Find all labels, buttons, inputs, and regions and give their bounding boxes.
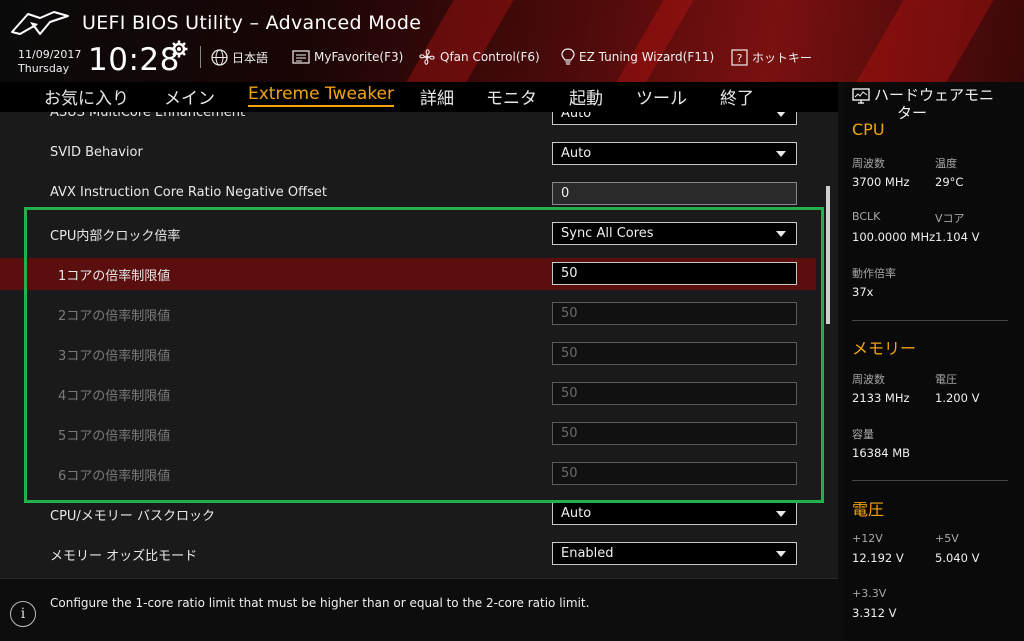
my-favorite-button[interactable]: MyFavorite(F3): [292, 47, 403, 67]
setting-row-memory-odd-ratio[interactable]: メモリー オッズ比モード Enabled: [0, 538, 816, 570]
voltage-section-title: 電圧: [852, 500, 885, 519]
v5-value: 5.040 V: [935, 551, 980, 565]
cpu-vcore-label: Vコア: [935, 212, 965, 225]
tab-exit[interactable]: 終了: [720, 84, 754, 109]
mem-freq-value: 2133 MHz: [852, 391, 910, 405]
hw-separator: [852, 480, 1008, 481]
cpu-section-title: CPU: [852, 120, 885, 139]
hardware-monitor-title: ハードウェアモニ ター: [852, 86, 1017, 122]
cpu-bclk-value: 100.0000 MHz: [852, 230, 936, 244]
highlight-annotation-box: [24, 207, 824, 503]
day-text: Thursday: [18, 62, 70, 75]
chevron-down-icon: [776, 151, 786, 157]
tab-favorites[interactable]: お気に入り: [44, 84, 129, 109]
tab-main[interactable]: メイン: [164, 84, 215, 109]
setting-row-avx-offset[interactable]: AVX Instruction Core Ratio Negative Offs…: [0, 178, 816, 210]
settings-scrollbar[interactable]: [826, 186, 830, 324]
clock-time: 10:28: [88, 42, 180, 78]
mem-volt-value: 1.200 V: [935, 391, 980, 405]
v33-value: 3.312 V: [852, 606, 897, 620]
globe-icon: [211, 48, 228, 66]
lightbulb-icon: [561, 48, 575, 65]
avx-offset-input[interactable]: 0: [552, 182, 797, 205]
setting-label: ASUS MultiCore Enhancement: [50, 112, 246, 120]
main-tab-bar: お気に入り メイン Extreme Tweaker 詳細 モニタ 起動 ツール …: [0, 82, 838, 112]
dropdown-value: Enabled: [561, 546, 614, 561]
cpu-ratio-value: 37x: [852, 285, 874, 299]
multicore-enhancement-dropdown[interactable]: Auto: [552, 112, 797, 125]
cpu-vcore-value: 1.104 V: [935, 230, 980, 244]
header-decor-stripe: [856, 0, 994, 82]
dropdown-value: Auto: [561, 112, 592, 121]
hw-title-line1: ハードウェアモニ: [874, 86, 995, 104]
chevron-down-icon: [776, 551, 786, 557]
chevron-down-icon: [776, 112, 786, 117]
tab-boot[interactable]: 起動: [569, 84, 603, 109]
hw-separator: [852, 320, 1008, 321]
setting-label: メモリー オッズ比モード: [50, 549, 198, 564]
language-label: 日本語: [232, 50, 269, 65]
memory-section-title: メモリー: [852, 339, 917, 358]
memory-odd-ratio-dropdown[interactable]: Enabled: [552, 542, 797, 565]
v33-label: +3.3V: [852, 587, 887, 600]
header-bar: UEFI BIOS Utility – Advanced Mode 11/09/…: [0, 0, 1024, 82]
svid-behavior-dropdown[interactable]: Auto: [552, 142, 797, 165]
cpu-temp-value: 29°C: [935, 175, 964, 189]
favorite-list-icon: [292, 50, 310, 64]
tab-advanced[interactable]: 詳細: [420, 84, 454, 109]
info-icon: i: [10, 601, 36, 627]
hotkeys-label: ホットキー: [752, 50, 813, 65]
cpu-bclk-label: BCLK: [852, 210, 881, 223]
rog-logo-icon: [11, 11, 69, 35]
qfan-label: Qfan Control(F6): [440, 50, 540, 64]
date-text: 11/09/2017: [18, 48, 82, 61]
header-divider: [200, 46, 201, 68]
header-decor-stripe: [406, 0, 514, 82]
gear-icon[interactable]: [170, 40, 188, 58]
v12-label: +12V: [852, 532, 883, 545]
setting-label: AVX Instruction Core Ratio Negative Offs…: [50, 185, 327, 200]
cpu-temp-label: 温度: [935, 157, 957, 170]
mem-capacity-value: 16384 MB: [852, 446, 911, 460]
tab-monitor[interactable]: モニタ: [486, 84, 537, 109]
my-favorite-label: MyFavorite(F3): [314, 50, 404, 64]
bclk-dropdown[interactable]: Auto: [552, 502, 797, 525]
setting-row-multicore-enhancement[interactable]: ASUS MultiCore Enhancement Auto: [0, 112, 816, 130]
mem-capacity-label: 容量: [852, 428, 874, 441]
settings-panel: ASUS MultiCore Enhancement Auto SVID Beh…: [0, 112, 838, 578]
qfan-control-button[interactable]: Qfan Control(F6): [418, 47, 540, 67]
cpu-freq-value: 3700 MHz: [852, 175, 910, 189]
dropdown-value: Auto: [561, 506, 592, 521]
help-question-icon: ?: [731, 48, 748, 66]
setting-row-svid-behavior[interactable]: SVID Behavior Auto: [0, 138, 816, 170]
fan-icon: [419, 49, 435, 65]
ez-tuning-label: EZ Tuning Wizard(F11): [579, 50, 715, 64]
language-button[interactable]: 日本語: [211, 47, 268, 67]
header-decor-stripe: [616, 0, 694, 82]
app-title: UEFI BIOS Utility – Advanced Mode: [82, 12, 422, 34]
mem-freq-label: 周波数: [852, 373, 885, 386]
setting-label: SVID Behavior: [50, 145, 143, 160]
cpu-ratio-label: 動作倍率: [852, 267, 896, 280]
dropdown-value: Auto: [561, 146, 592, 161]
help-text: Configure the 1-core ratio limit that mu…: [50, 596, 590, 610]
hardware-monitor-panel: ハードウェアモニ ター CPU 周波数 温度 3700 MHz 29°C BCL…: [844, 82, 1024, 641]
cpu-freq-label: 周波数: [852, 157, 885, 170]
tab-tool[interactable]: ツール: [636, 84, 687, 109]
help-bar: i Configure the 1-core ratio limit that …: [0, 578, 838, 641]
chevron-down-icon: [776, 511, 786, 517]
v5-label: +5V: [935, 532, 959, 545]
svg-text:?: ?: [737, 52, 743, 65]
setting-label: CPU/メモリー バスクロック: [50, 509, 215, 524]
ez-tuning-wizard-button[interactable]: EZ Tuning Wizard(F11): [561, 47, 714, 67]
hotkeys-button[interactable]: ? ホットキー: [731, 47, 812, 67]
date-display: 11/09/2017 Thursday: [18, 48, 81, 76]
mem-volt-label: 電圧: [935, 373, 957, 386]
v12-value: 12.192 V: [852, 551, 904, 565]
tab-extreme-tweaker[interactable]: Extreme Tweaker: [248, 84, 395, 107]
